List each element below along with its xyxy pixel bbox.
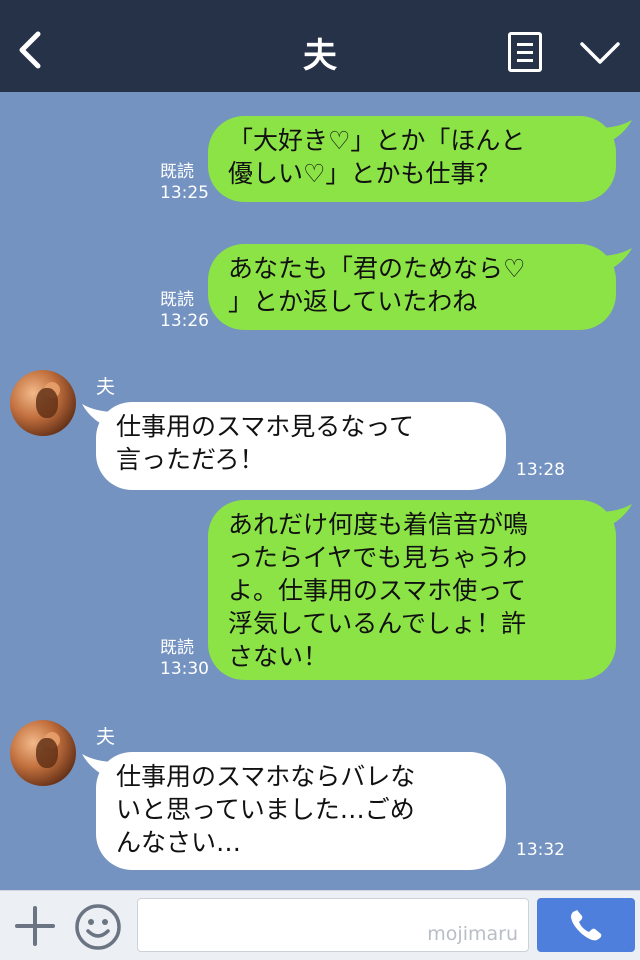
chat-title: 夫 — [303, 36, 337, 76]
smiley-icon — [75, 904, 121, 950]
chat-header: 夫 — [0, 0, 640, 92]
input-bar: mojimaru — [0, 890, 640, 960]
read-receipt: 既読 — [160, 162, 194, 182]
message-text: あれだけ何度も着信音が鳴 ったらイヤでも見ちゃうわ よ。仕事用のスマホ使って 浮… — [228, 510, 529, 671]
phone-icon — [571, 910, 602, 941]
message-text: あなたも「君のためなら♡ 」とか返していたわね — [228, 254, 526, 316]
message-input[interactable]: mojimaru — [137, 898, 529, 952]
read-receipt: 既読 — [160, 638, 194, 658]
plus-icon — [15, 906, 55, 946]
message-time: 13:32 — [516, 840, 565, 860]
message-time: 13:25 — [160, 183, 209, 203]
watermark: mojimaru — [427, 923, 518, 945]
chat-area[interactable]: 既読 13:25 「大好き♡」とか「ほんと 優しい♡」とかも仕事？ 既読 13:… — [0, 92, 640, 890]
emoji-button[interactable] — [74, 903, 122, 951]
message-time: 13:28 — [516, 460, 565, 480]
sender-name: 夫 — [96, 376, 116, 398]
message-time: 13:26 — [160, 311, 209, 331]
message-bubble-sent[interactable]: あれだけ何度も着信音が鳴 ったらイヤでも見ちゃうわ よ。仕事用のスマホ使って 浮… — [208, 500, 616, 680]
message-bubble-sent[interactable]: あなたも「君のためなら♡ 」とか返していたわね — [208, 244, 616, 330]
chevron-down-icon — [580, 42, 620, 64]
message-bubble-received[interactable]: 仕事用のスマホならバレな いと思っていました…ごめ んなさい… — [96, 752, 506, 870]
message-text: 仕事用のスマホ見るなって 言っただろ！ — [116, 412, 415, 474]
avatar[interactable] — [10, 720, 76, 786]
add-button[interactable] — [14, 905, 56, 947]
message-bubble-received[interactable]: 仕事用のスマホ見るなって 言っただろ！ — [96, 402, 506, 490]
message-meta: 既読 13:26 — [160, 290, 209, 332]
avatar[interactable] — [10, 370, 76, 436]
sender-name: 夫 — [96, 726, 116, 748]
call-button[interactable] — [537, 898, 635, 952]
message-meta: 既読 13:30 — [160, 638, 209, 680]
message-text: 仕事用のスマホならバレな いと思っていました…ごめ んなさい… — [116, 762, 416, 857]
message-time: 13:30 — [160, 659, 209, 679]
list-icon — [517, 43, 533, 46]
dropdown-button[interactable] — [578, 38, 622, 68]
message-bubble-sent[interactable]: 「大好き♡」とか「ほんと 優しい♡」とかも仕事？ — [208, 116, 616, 202]
message-meta: 既読 13:25 — [160, 162, 209, 204]
read-receipt: 既読 — [160, 290, 194, 310]
message-text: 「大好き♡」とか「ほんと 優しい♡」とかも仕事？ — [228, 126, 526, 188]
menu-button[interactable] — [508, 32, 542, 72]
